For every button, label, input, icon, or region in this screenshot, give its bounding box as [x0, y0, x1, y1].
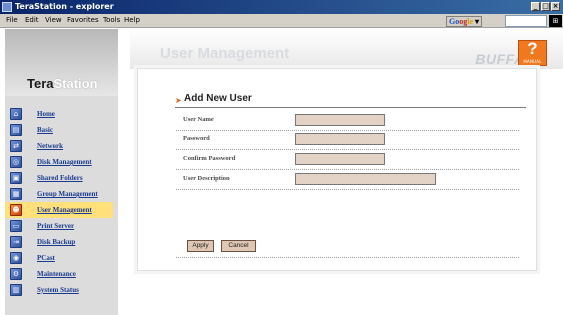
google-logo[interactable]: Google ▾: [446, 15, 483, 27]
group-icon: ▦: [10, 188, 22, 200]
menu-edit[interactable]: Edit: [25, 16, 39, 24]
password-input[interactable]: [295, 133, 385, 145]
menu-help[interactable]: Help: [124, 16, 140, 24]
sidebar-item-home[interactable]: ⌂ Home: [5, 106, 113, 122]
network-icon: ⇄: [10, 140, 22, 152]
window-title: TeraStation - explorer: [15, 2, 114, 11]
manual-label: MANUAL: [523, 59, 542, 64]
section-header: ➤ Add New User: [175, 92, 526, 108]
page-title: User Management: [160, 45, 290, 62]
confirm-password-label: Confirm Password: [183, 155, 236, 162]
menu-bar: File Edit View Favorites Tools Help Goog…: [0, 14, 563, 28]
sidebar-item-group-management[interactable]: ▦ Group Management: [5, 186, 113, 202]
windows-logo-icon: ⊞: [549, 15, 562, 27]
logo-area: TeraStation: [5, 29, 118, 96]
sidebar-item-shared-folders[interactable]: ▣ Shared Folders: [5, 170, 113, 186]
sidebar-item-label: Print Server: [37, 222, 75, 230]
printer-icon: ▭: [10, 220, 22, 232]
sidebar-item-user-management[interactable]: ☻ User Management: [5, 202, 113, 218]
apply-button[interactable]: Apply: [187, 240, 214, 252]
sidebar-item-label: Group Management: [37, 190, 98, 198]
sidebar-item-system-status[interactable]: ▥ System Status: [5, 282, 113, 298]
backup-icon: ⇥: [10, 236, 22, 248]
sidebar-item-label: System Status: [37, 286, 79, 294]
minimize-icon[interactable]: _: [531, 2, 540, 11]
sidebar-item-network[interactable]: ⇄ Network: [5, 138, 113, 154]
menu-tools[interactable]: Tools: [103, 16, 120, 24]
sidebar-nav: ⌂ Home ▤ Basic ⇄ Network ◎ Disk Management ▣ Shar…: [5, 106, 113, 298]
help-button[interactable]: ? MANUAL: [518, 39, 547, 66]
disk-icon: ◎: [10, 156, 22, 168]
sidebar-item-maintenance[interactable]: ⚙ Maintenance: [5, 266, 113, 282]
sidebar-item-basic[interactable]: ▤ Basic: [5, 122, 113, 138]
window-controls: _ □ ×: [531, 2, 560, 11]
password-label: Password: [183, 135, 210, 142]
cancel-button[interactable]: Cancel: [221, 240, 256, 252]
window-title-bar[interactable]: TeraStation - explorer _ □ ×: [0, 0, 563, 14]
home-icon: ⌂: [10, 108, 22, 120]
sidebar-item-disk-backup[interactable]: ⇥ Disk Backup: [5, 234, 113, 250]
section-title: Add New User: [184, 93, 252, 104]
sidebar-item-disk-management[interactable]: ◎ Disk Management: [5, 154, 113, 170]
sidebar-item-label: Maintenance: [37, 270, 76, 278]
user-name-label: User Name: [183, 116, 214, 123]
terastation-logo: TeraStation: [27, 76, 98, 91]
user-description-input[interactable]: [295, 173, 436, 185]
form-row-password: Password: [176, 130, 519, 150]
sidebar-item-label: Shared Folders: [37, 174, 83, 182]
menu-view[interactable]: View: [45, 16, 62, 24]
arrow-icon: ➤: [175, 96, 182, 105]
status-icon: ▥: [10, 284, 22, 296]
google-toolbar[interactable]: Google ▾: [446, 15, 483, 27]
user-name-input[interactable]: [295, 114, 385, 126]
sidebar-item-label: Basic: [37, 126, 53, 134]
sidebar-item-label: Disk Backup: [37, 238, 76, 246]
sidebar-item-label: Home: [37, 110, 55, 118]
button-row: Apply Cancel: [176, 238, 519, 258]
google-search-input[interactable]: [505, 15, 547, 27]
form-row-user-description: User Description: [176, 170, 519, 190]
question-icon: ?: [527, 39, 538, 58]
sidebar-item-label: PCast: [37, 254, 55, 262]
sidebar-item-label: Network: [37, 142, 64, 150]
user-icon: ☻: [10, 204, 22, 216]
maximize-icon[interactable]: □: [541, 2, 550, 11]
menu-file[interactable]: File: [6, 16, 18, 24]
sidebar-item-print-server[interactable]: ▭ Print Server: [5, 218, 113, 234]
menu-favorites[interactable]: Favorites: [67, 16, 99, 24]
maintenance-icon: ⚙: [10, 268, 22, 280]
confirm-password-input[interactable]: [295, 153, 385, 165]
sidebar-item-pcast[interactable]: ◉ PCast: [5, 250, 113, 266]
pcast-icon: ◉: [10, 252, 22, 264]
folder-icon: ▣: [10, 172, 22, 184]
app-icon: [2, 2, 12, 12]
sidebar-item-label: User Management: [37, 206, 92, 214]
form-row-confirm-password: Confirm Password: [176, 150, 519, 170]
form-row-user-name: User Name: [176, 111, 519, 131]
user-description-label: User Description: [183, 175, 230, 182]
close-icon[interactable]: ×: [551, 2, 560, 11]
sidebar-item-label: Disk Management: [37, 158, 92, 166]
basic-icon: ▤: [10, 124, 22, 136]
